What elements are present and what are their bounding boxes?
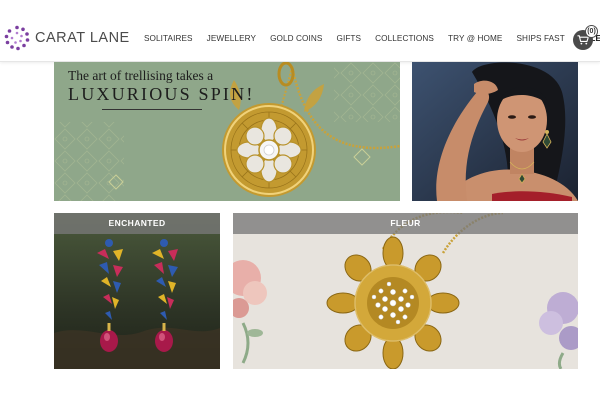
cart-count-badge: (0) <box>585 25 598 38</box>
nav-item-gold-coins[interactable]: GOLD COINS <box>270 34 322 43</box>
caratlane-logo-icon <box>4 25 30 51</box>
trellis-headline-line1: The art of trellising takes a <box>68 68 214 83</box>
site-header: CARAT LANE SOLITAIRES JEWELLERY GOLD COI… <box>0 0 600 62</box>
nav-item-try-at-home[interactable]: TRY @ HOME <box>448 34 503 43</box>
banner-fleur[interactable]: FLEUR <box>233 213 578 369</box>
nav-item-collections[interactable]: COLLECTIONS <box>375 34 434 43</box>
nav-item-ships-fast[interactable]: SHIPS FAST <box>517 34 565 43</box>
banner-enchanted[interactable]: ENCHANTED <box>54 213 220 369</box>
trellis-headline-line2: LUXURIOUS SPIN! <box>68 84 255 104</box>
nav-item-jewellery[interactable]: JEWELLERY <box>207 34 256 43</box>
nav-item-solitaires[interactable]: SOLITAIRES <box>144 34 193 43</box>
model-wearing-earrings-image <box>412 62 578 201</box>
banner-model[interactable] <box>412 62 578 201</box>
brand-name: CARAT LANE <box>35 30 130 46</box>
banner-trellis-pendant[interactable]: The art of trellising takes a LUXURIOUS … <box>54 62 400 201</box>
main-nav: SOLITAIRES JEWELLERY GOLD COINS GIFTS CO… <box>144 34 600 43</box>
fleur-label: FLEUR <box>233 213 578 234</box>
nav-item-gifts[interactable]: GIFTS <box>336 34 361 43</box>
gold-flower-diamond-pendant-image <box>233 213 578 369</box>
enchanted-label: ENCHANTED <box>54 213 220 234</box>
headline-divider <box>102 109 202 110</box>
multi-gemstone-drop-earrings-image <box>54 213 220 369</box>
brand-logo[interactable]: CARAT LANE <box>4 24 130 52</box>
page: CARAT LANE SOLITAIRES JEWELLERY GOLD COI… <box>0 0 600 400</box>
